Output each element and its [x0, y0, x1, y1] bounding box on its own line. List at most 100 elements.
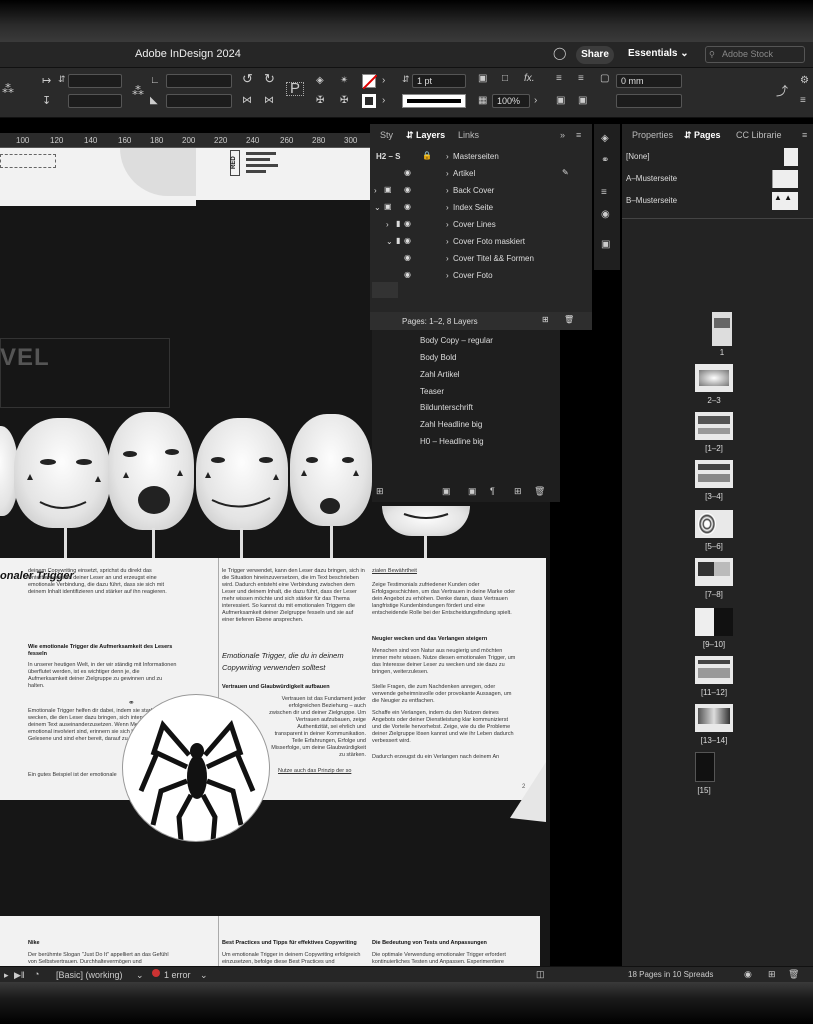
- layer-row[interactable]: ⌄ ▮ ◉ › Cover Foto maskiert: [372, 233, 590, 250]
- layer-row[interactable]: ◉ › Cover Titel && Formen: [372, 250, 590, 267]
- opacity-chevron-icon[interactable]: ›: [534, 96, 537, 106]
- edit-page-size-icon[interactable]: ◉: [744, 969, 752, 980]
- select-container-icon[interactable]: ◈: [316, 76, 324, 86]
- style-item[interactable]: Body Copy – regular: [420, 336, 493, 345]
- layers-stack-icon[interactable]: ◈: [601, 134, 609, 144]
- load-styles-icon[interactable]: ⊞: [376, 486, 384, 497]
- page-thumb[interactable]: [695, 412, 733, 440]
- master-none[interactable]: [None]: [626, 152, 650, 161]
- quick-apply-icon[interactable]: ⤴: [776, 85, 788, 97]
- page-thumb[interactable]: [695, 558, 733, 586]
- style-item[interactable]: Zahl Headline big: [420, 420, 482, 429]
- folder-icon[interactable]: ▣: [468, 486, 477, 497]
- wrap-icon[interactable]: ▣: [556, 96, 565, 106]
- style-item[interactable]: Bildunterschrift: [420, 403, 473, 412]
- preflight-profile[interactable]: [Basic] (working): [56, 970, 123, 980]
- opacity-field[interactable]: 100%: [492, 94, 530, 108]
- new-group-folder-icon[interactable]: ▣: [442, 486, 451, 497]
- shear-angle-icon[interactable]: ◣: [150, 96, 158, 106]
- rotate-angle-icon[interactable]: ∟: [150, 76, 160, 86]
- chevron-down-icon[interactable]: ⌄: [386, 237, 393, 246]
- error-count[interactable]: 1 error: [164, 970, 191, 980]
- tab-pages[interactable]: ⇵ Pages: [684, 130, 721, 141]
- new-style-icon[interactable]: ⊞: [514, 486, 522, 497]
- scale-y-field[interactable]: [68, 94, 122, 108]
- page-thumb[interactable]: [695, 460, 733, 488]
- lightbulb-icon[interactable]: ◯: [553, 47, 566, 59]
- flip-horizontal-icon[interactable]: ⋈: [242, 96, 252, 106]
- page-thumb[interactable]: [695, 608, 733, 636]
- layer-row[interactable]: › ▮ ◉ › Cover Lines: [372, 216, 590, 233]
- panel-menu-icon[interactable]: ≡: [576, 130, 581, 140]
- new-page-icon[interactable]: ⊞: [768, 969, 776, 980]
- panel-menu-icon[interactable]: ≡: [800, 96, 806, 106]
- offset-select[interactable]: [616, 94, 682, 108]
- layer-row[interactable]: › ▣ ◉ › Back Cover: [372, 182, 590, 199]
- chevron-right-icon[interactable]: ›: [446, 254, 449, 263]
- eye-icon[interactable]: ◉: [404, 253, 411, 262]
- chevron-right-icon[interactable]: ›: [386, 220, 389, 229]
- scale-y-icon[interactable]: ↧: [42, 96, 51, 107]
- eye-icon[interactable]: ◉: [404, 270, 411, 279]
- chain-link-icon[interactable]: ⁂: [2, 83, 14, 95]
- master-a[interactable]: A–Musterseite: [626, 174, 677, 183]
- eye-icon[interactable]: ◉: [404, 185, 411, 194]
- fill-swatch[interactable]: [362, 74, 378, 90]
- chevron-right-icon[interactable]: ›: [446, 152, 449, 161]
- offset-icon[interactable]: ▢: [600, 74, 609, 84]
- paragraph-lines-icon[interactable]: ≡: [601, 188, 607, 198]
- new-layer-icon[interactable]: ⊞: [542, 315, 549, 324]
- align-left-icon[interactable]: ≡: [556, 74, 562, 84]
- shear-angle-field[interactable]: [166, 94, 232, 108]
- master-b-thumb[interactable]: ▲ ▲: [772, 192, 798, 210]
- offset-field[interactable]: 0 mm: [616, 74, 682, 88]
- select-next-icon[interactable]: ✠: [340, 96, 348, 106]
- stroke-type-select[interactable]: [402, 94, 466, 108]
- tab-styles[interactable]: Sty: [380, 130, 393, 140]
- wrap-around-icon[interactable]: ▣: [578, 96, 587, 106]
- select-previous-icon[interactable]: ✠: [316, 96, 324, 106]
- chevron-right-icon[interactable]: ›: [446, 220, 449, 229]
- chevron-right-icon[interactable]: ›: [446, 169, 449, 178]
- layer-row[interactable]: H2 – S 🔒 › Masterseiten: [372, 148, 590, 165]
- stroke-weight-field[interactable]: 1 pt: [412, 74, 466, 88]
- select-content-icon[interactable]: ✴: [340, 76, 348, 86]
- eye-icon[interactable]: ◉: [404, 202, 411, 211]
- fx-icon[interactable]: fx.: [524, 74, 535, 84]
- eye-icon[interactable]: ◉: [404, 168, 411, 177]
- stock-search-input[interactable]: Adobe Stock: [705, 46, 805, 63]
- lock-icon[interactable]: 🔒: [422, 151, 432, 160]
- page-thumb[interactable]: [695, 704, 733, 732]
- trash-icon[interactable]: 🗑: [788, 969, 799, 980]
- style-item[interactable]: Body Bold: [420, 353, 456, 362]
- chevron-down-icon[interactable]: ⌄: [374, 203, 381, 212]
- trash-icon[interactable]: 🗑: [534, 486, 545, 497]
- pencil-icon[interactable]: ✎: [562, 168, 569, 177]
- workspace-switcher[interactable]: Essentials ⌄: [628, 48, 689, 59]
- drop-shadow-icon[interactable]: ▣: [478, 74, 487, 84]
- chevron-down-icon[interactable]: ⌄: [200, 970, 208, 981]
- gear-icon[interactable]: ⚙: [800, 76, 809, 86]
- chevron-right-icon[interactable]: ›: [446, 203, 449, 212]
- eye-icon[interactable]: ◉: [404, 236, 411, 245]
- chevron-right-icon[interactable]: ›: [374, 186, 377, 195]
- style-item[interactable]: Teaser: [420, 387, 444, 396]
- tab-cc-libraries[interactable]: CC Librarie: [736, 130, 782, 140]
- style-item[interactable]: Zahl Artikel: [420, 370, 460, 379]
- layer-row[interactable]: ⌄ ▣ ◉ › Index Seite: [372, 199, 590, 216]
- pilcrow-icon[interactable]: ¶: [490, 486, 495, 496]
- chevron-right-icon[interactable]: ›: [446, 186, 449, 195]
- fill-menu-chevron-icon[interactable]: ›: [382, 76, 385, 86]
- horizontal-ruler[interactable]: 100 120 140 160 180 200 220 240 260 280 …: [0, 133, 370, 148]
- collapse-icon[interactable]: »: [560, 130, 565, 140]
- text-frame-p-icon[interactable]: P: [286, 81, 305, 96]
- links-chain-icon[interactable]: ⚭: [601, 156, 609, 166]
- layer-row[interactable]: ◉ › Cover Foto: [372, 267, 590, 284]
- style-item[interactable]: H0 – Headline big: [420, 437, 484, 446]
- stepper-icon[interactable]: ⇵: [58, 74, 66, 84]
- constrain-proportions-icon[interactable]: ⁂: [132, 85, 144, 97]
- eye-icon[interactable]: ◉: [404, 219, 411, 228]
- last-page-icon[interactable]: ▶‖: [14, 970, 25, 981]
- chevron-right-icon[interactable]: ›: [446, 237, 449, 246]
- trash-icon[interactable]: 🗑: [564, 315, 574, 324]
